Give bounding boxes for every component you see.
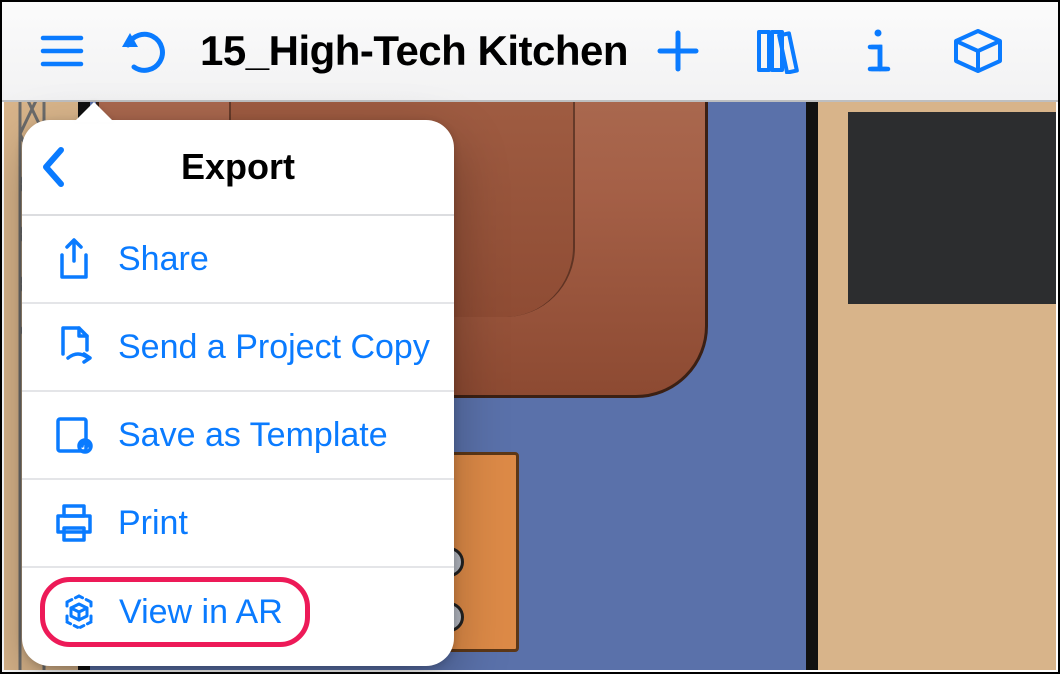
template-icon <box>52 413 96 457</box>
undo-button[interactable] <box>103 11 186 91</box>
plus-icon <box>656 29 700 73</box>
add-button[interactable] <box>628 11 728 91</box>
menu-item-label: Save as Template <box>118 416 388 455</box>
share-icon <box>52 237 96 281</box>
print-icon <box>52 501 96 545</box>
menu-item-label: Print <box>118 504 188 543</box>
menu-item-label: Share <box>118 240 209 279</box>
undo-icon <box>120 29 170 73</box>
3d-view-button[interactable] <box>928 11 1028 91</box>
menu-item-save-template[interactable]: Save as Template <box>22 392 454 480</box>
project-title: 15_High-Tech Kitchen <box>200 27 628 75</box>
ar-icon <box>57 590 101 634</box>
menu-item-print[interactable]: Print <box>22 480 454 568</box>
hamburger-icon <box>40 34 84 68</box>
menu-item-share[interactable]: Share <box>22 216 454 304</box>
popover-header: Export <box>22 120 454 216</box>
books-icon <box>756 28 800 74</box>
box-icon <box>952 27 1004 75</box>
menu-item-view-ar[interactable]: View in AR <box>22 568 454 666</box>
document-share-icon <box>52 325 96 369</box>
menu-item-send-copy[interactable]: Send a Project Copy <box>22 304 454 392</box>
export-popover: Export Share Send a Project Copy <box>22 120 454 666</box>
back-button[interactable] <box>40 120 100 214</box>
highlight-callout: View in AR <box>40 577 310 647</box>
library-button[interactable] <box>728 11 828 91</box>
appliance-object <box>848 112 1056 304</box>
menu-item-label: View in AR <box>119 593 283 632</box>
info-icon <box>864 27 892 75</box>
chevron-left-icon <box>40 146 66 188</box>
info-button[interactable] <box>828 11 928 91</box>
toolbar: 15_High-Tech Kitchen <box>2 2 1058 102</box>
menu-button[interactable] <box>20 11 103 91</box>
menu-item-label: Send a Project Copy <box>118 328 430 367</box>
